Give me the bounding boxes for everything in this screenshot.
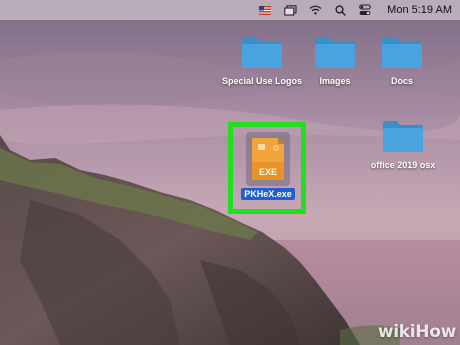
folder-label: office 2019 osx bbox=[370, 160, 436, 170]
wikihow-watermark: wikiHow bbox=[377, 322, 456, 342]
exe-file-icon: EXE bbox=[252, 138, 284, 180]
folder-office-2019-osx[interactable]: office 2019 osx bbox=[360, 118, 446, 170]
folder-icon bbox=[315, 37, 355, 68]
folder-docs[interactable]: Docs bbox=[359, 34, 445, 86]
file-pkhex-exe[interactable]: EXE PKHeX.exe bbox=[240, 132, 296, 200]
folder-icon bbox=[242, 37, 282, 68]
folder-label: Special Use Logos bbox=[221, 76, 303, 86]
flag-icon[interactable] bbox=[258, 3, 272, 17]
folder-label: Docs bbox=[390, 76, 413, 86]
menu-bar-clock[interactable]: Mon 5:19 AM bbox=[387, 4, 452, 16]
folder-icon bbox=[383, 121, 423, 152]
folder-icon bbox=[382, 37, 422, 68]
search-icon[interactable] bbox=[333, 3, 347, 17]
menu-bar: Mon 5:19 AM bbox=[0, 0, 460, 20]
exe-badge: EXE bbox=[259, 167, 277, 177]
control-center-icon[interactable] bbox=[358, 3, 372, 17]
window-icon[interactable] bbox=[283, 3, 297, 17]
wifi-icon[interactable] bbox=[308, 3, 322, 17]
file-selection-highlight: EXE bbox=[246, 132, 290, 186]
file-label: PKHeX.exe bbox=[241, 188, 295, 200]
folder-label: Images bbox=[319, 76, 351, 86]
